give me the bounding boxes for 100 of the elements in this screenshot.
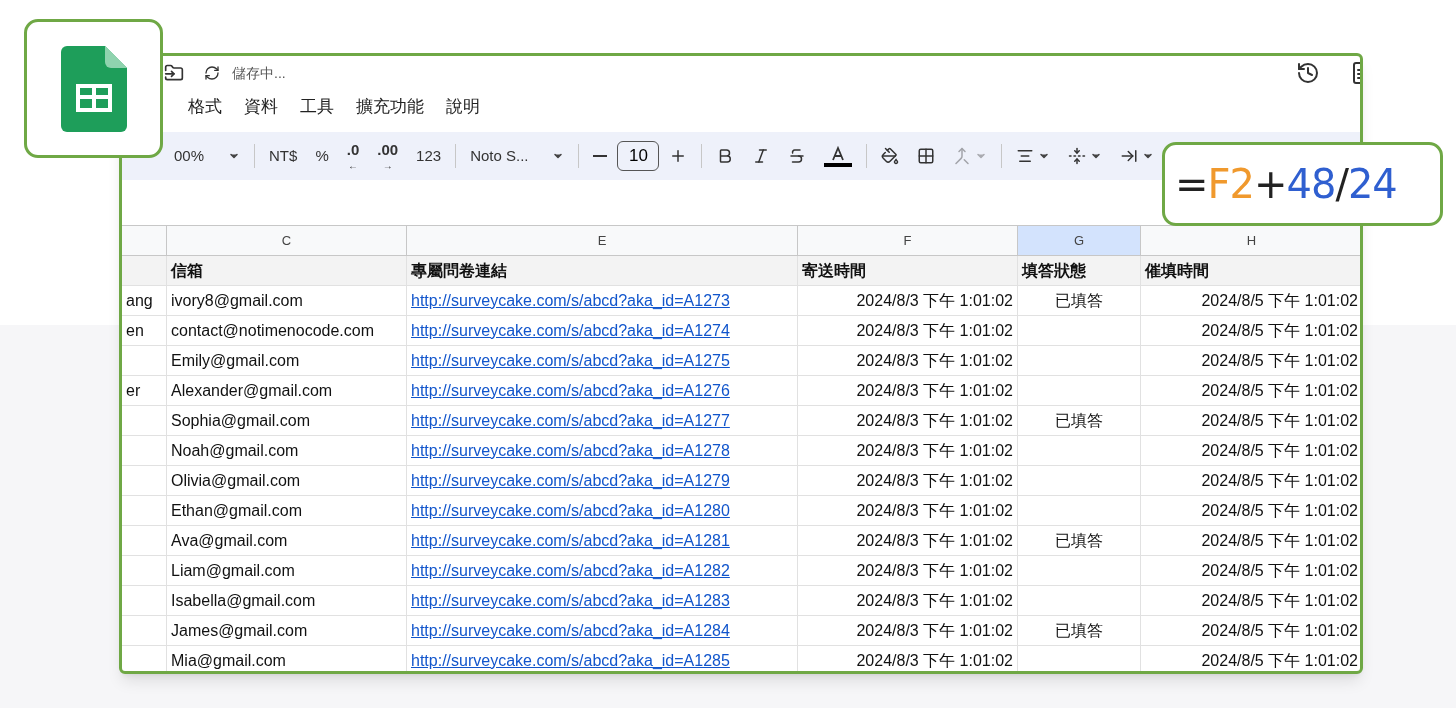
- table-cell: 2024/8/3 下午 1:01:02: [798, 406, 1018, 436]
- table-cell: en: [122, 316, 167, 346]
- increase-decimal-button[interactable]: .00 →: [369, 140, 407, 172]
- arrow-right-icon: →: [382, 160, 393, 171]
- table-cell: 2024/8/5 下午 1:01:02: [1141, 616, 1360, 646]
- table-cell: Sophia@gmail.com: [167, 406, 407, 436]
- menu-item[interactable]: 格式: [188, 94, 222, 120]
- table-cell: ivory8@gmail.com: [167, 286, 407, 316]
- table-cell: 2024/8/5 下午 1:01:02: [1141, 556, 1360, 586]
- table-cell: [122, 616, 167, 646]
- column-header[interactable]: E: [407, 226, 798, 256]
- survey-link[interactable]: http://surveycake.com/s/abcd?aka_id=A1281: [411, 528, 730, 553]
- menu-item[interactable]: 擴充功能: [356, 94, 424, 120]
- table-cell: 2024/8/5 下午 1:01:02: [1141, 406, 1360, 436]
- table-cell: 2024/8/5 下午 1:01:02: [1141, 346, 1360, 376]
- survey-link[interactable]: http://surveycake.com/s/abcd?aka_id=A1275: [411, 348, 730, 373]
- table-cell: 2024/8/5 下午 1:01:02: [1141, 376, 1360, 406]
- letter-a-underline-icon: [824, 144, 853, 168]
- table-cell: 已填答: [1018, 616, 1141, 646]
- table-cell: Emily@gmail.com: [167, 346, 407, 376]
- table-cell: 2024/8/3 下午 1:01:02: [798, 346, 1018, 376]
- header-cell: 催填時間: [1141, 256, 1360, 286]
- table-cell: 2024/8/3 下午 1:01:02: [798, 526, 1018, 556]
- sync-icon[interactable]: [204, 65, 220, 81]
- decrease-decimal-button[interactable]: .0 ←: [338, 140, 368, 172]
- table-cell: [122, 556, 167, 586]
- column-header[interactable]: H: [1141, 226, 1360, 256]
- minus-icon: [593, 155, 608, 157]
- survey-link[interactable]: http://surveycake.com/s/abcd?aka_id=A1274: [411, 318, 730, 343]
- survey-link[interactable]: http://surveycake.com/s/abcd?aka_id=A1273: [411, 288, 730, 313]
- column-header[interactable]: G: [1018, 226, 1141, 256]
- header-cell: [122, 256, 167, 286]
- column-header[interactable]: F: [798, 226, 1018, 256]
- vertical-align-icon: [1068, 147, 1087, 165]
- table-cell: 2024/8/5 下午 1:01:02: [1141, 316, 1360, 346]
- table-cell: Isabella@gmail.com: [167, 586, 407, 616]
- column-header[interactable]: C: [167, 226, 407, 256]
- dropdown-button[interactable]: 00%: [166, 140, 249, 172]
- table-cell: er: [122, 376, 167, 406]
- header-cell: 填答狀態: [1018, 256, 1141, 286]
- table-cell: 2024/8/5 下午 1:01:02: [1141, 286, 1360, 316]
- survey-link[interactable]: http://surveycake.com/s/abcd?aka_id=A1285: [411, 648, 730, 671]
- table-cell: [122, 496, 167, 526]
- table-cell: 2024/8/3 下午 1:01:02: [798, 646, 1018, 671]
- survey-link[interactable]: http://surveycake.com/s/abcd?aka_id=A1277: [411, 408, 730, 433]
- table-cell: 2024/8/3 下午 1:01:02: [798, 586, 1018, 616]
- arrow-left-icon: ←: [347, 160, 358, 171]
- table-cell: Ethan@gmail.com: [167, 496, 407, 526]
- dropdown-button[interactable]: Noto S...: [462, 140, 573, 172]
- table-cell: ang: [122, 286, 167, 316]
- table-cell: 2024/8/5 下午 1:01:02: [1141, 436, 1360, 466]
- table-cell: [122, 586, 167, 616]
- format-button[interactable]: %: [307, 140, 337, 172]
- menu-item[interactable]: 說明: [446, 94, 480, 120]
- strikethrough-icon: [788, 147, 807, 165]
- align-center-icon: [1016, 147, 1035, 165]
- table-cell: [122, 466, 167, 496]
- table-cell: Liam@gmail.com: [167, 556, 407, 586]
- table-cell: Alexander@gmail.com: [167, 376, 407, 406]
- table-cell: 2024/8/3 下午 1:01:02: [798, 466, 1018, 496]
- table-cell: Noah@gmail.com: [167, 436, 407, 466]
- table-cell: 2024/8/5 下午 1:01:02: [1141, 466, 1360, 496]
- survey-link[interactable]: http://surveycake.com/s/abcd?aka_id=A1278: [411, 438, 730, 463]
- font-size-field[interactable]: 10: [617, 141, 660, 171]
- move-folder-icon[interactable]: [164, 63, 184, 83]
- header-cell: 寄送時間: [798, 256, 1018, 286]
- table-cell: 2024/8/5 下午 1:01:02: [1141, 586, 1360, 616]
- survey-link[interactable]: http://surveycake.com/s/abcd?aka_id=A1284: [411, 618, 730, 643]
- table-cell: contact@notimenocode.com: [167, 316, 407, 346]
- survey-link[interactable]: http://surveycake.com/s/abcd?aka_id=A1276: [411, 378, 730, 403]
- table-cell: 2024/8/3 下午 1:01:02: [798, 436, 1018, 466]
- survey-link[interactable]: http://surveycake.com/s/abcd?aka_id=A1283: [411, 588, 730, 613]
- menu-item[interactable]: 工具: [300, 94, 334, 120]
- formula-text: =F2+48/24: [1175, 160, 1397, 209]
- history-icon[interactable]: [1296, 61, 1320, 85]
- table-cell: Mia@gmail.com: [167, 646, 407, 671]
- table-cell: [122, 436, 167, 466]
- sheets-logo-icon: [60, 45, 127, 132]
- format-button[interactable]: NT$: [261, 140, 306, 172]
- format-button[interactable]: 123: [408, 140, 450, 172]
- table-cell: 2024/8/3 下午 1:01:02: [798, 496, 1018, 526]
- header-cell: 信箱: [167, 256, 407, 286]
- menu-item[interactable]: 資料: [244, 94, 278, 120]
- table-cell: 2024/8/5 下午 1:01:02: [1141, 646, 1360, 671]
- survey-link[interactable]: http://surveycake.com/s/abcd?aka_id=A1279: [411, 468, 730, 493]
- table-cell: 已填答: [1018, 406, 1141, 436]
- table-cell: 2024/8/5 下午 1:01:02: [1141, 496, 1360, 526]
- table-cell: 2024/8/5 下午 1:01:02: [1141, 526, 1360, 556]
- table-cell: 2024/8/3 下午 1:01:02: [798, 316, 1018, 346]
- table-cell: 2024/8/3 下午 1:01:02: [798, 286, 1018, 316]
- table-cell: James@gmail.com: [167, 616, 407, 646]
- table-cell: 2024/8/3 下午 1:01:02: [798, 556, 1018, 586]
- survey-link[interactable]: http://surveycake.com/s/abcd?aka_id=A1280: [411, 498, 730, 523]
- table-cell: Olivia@gmail.com: [167, 466, 407, 496]
- header-cell: 專屬問卷連結: [407, 256, 798, 286]
- table-cell: [122, 406, 167, 436]
- table-cell: Ava@gmail.com: [167, 526, 407, 556]
- saving-status: 儲存中...: [232, 63, 286, 83]
- survey-link[interactable]: http://surveycake.com/s/abcd?aka_id=A1282: [411, 558, 730, 583]
- table-cell: [122, 526, 167, 556]
